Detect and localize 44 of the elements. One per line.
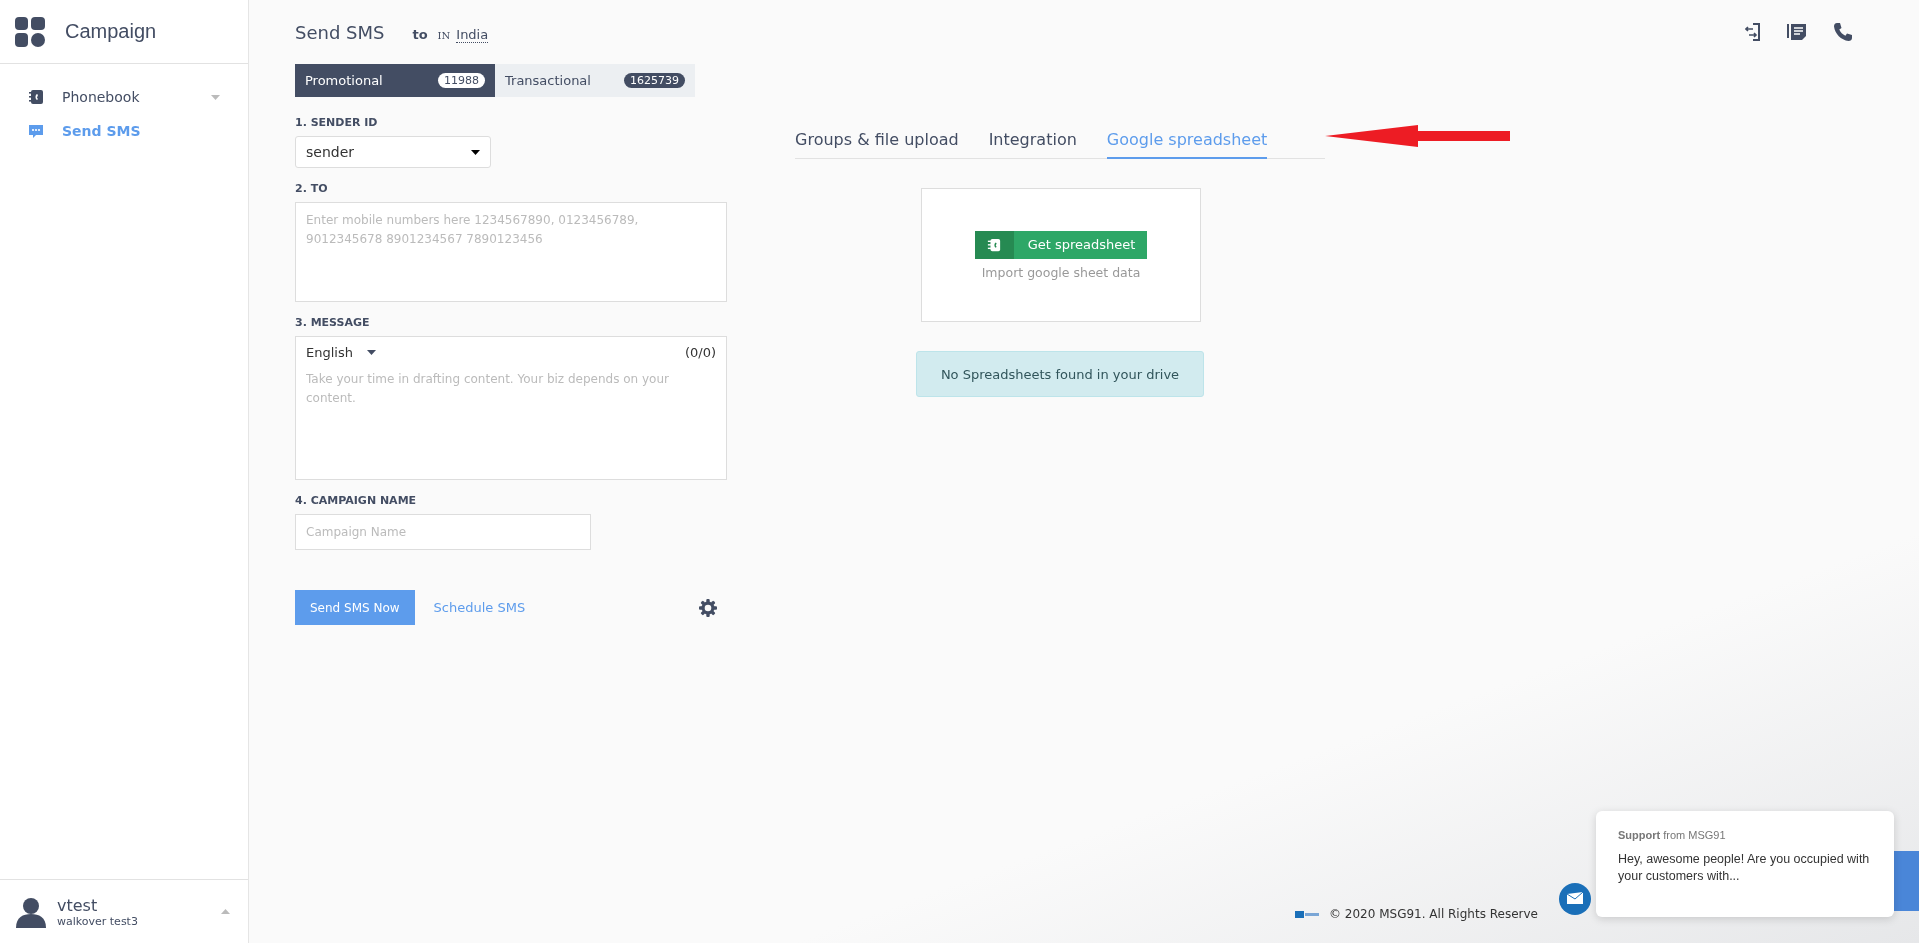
- field-label: 4. CAMPAIGN NAME: [295, 494, 418, 507]
- character-count: (0/0): [684, 345, 716, 360]
- envelope-chat-icon[interactable]: [1559, 883, 1591, 915]
- sidebar-item[interactable]: Phonebook: [0, 89, 248, 105]
- source-tab[interactable]: Integration: [988, 120, 1077, 159]
- caret-icon: [366, 350, 376, 355]
- campaign-name-field[interactable]: Campaign Name: [295, 514, 591, 550]
- grid-logo-icon: [15, 16, 45, 47]
- chat-icon: [28, 123, 44, 139]
- to-label: to: [412, 26, 428, 42]
- country-link[interactable]: India: [456, 26, 489, 43]
- chat-popup[interactable]: Support from MSG91 Hey, awesome people! Are you occupied with your customers with...: [1596, 811, 1894, 917]
- country-code: IN: [437, 29, 451, 41]
- language-select[interactable]: English: [306, 345, 376, 360]
- route-tab[interactable]: Promotional 11988: [295, 64, 495, 97]
- caret-icon: [471, 149, 480, 155]
- phone-icon[interactable]: [1833, 22, 1853, 42]
- settings-icon[interactable]: [699, 598, 717, 617]
- chat-sender: Support from MSG91: [1618, 829, 1727, 841]
- hint-text: Import google sheet data: [981, 264, 1141, 280]
- info-alert: No Spreadsheets found in your drive: [916, 351, 1204, 397]
- notes-icon[interactable]: [1787, 22, 1807, 42]
- phonebook-icon: [28, 89, 44, 105]
- route-tab[interactable]: Transactional 1625739: [495, 64, 695, 97]
- source-tab[interactable]: Groups & file upload: [795, 120, 959, 159]
- field-label: 3. MESSAGE: [295, 316, 371, 329]
- caret-icon: [211, 94, 220, 100]
- mobile-numbers-field[interactable]: Enter mobile numbers here 1234567890, 0123456789, 9012345678 8901234567 7890123456: [295, 202, 727, 302]
- chat-message: Hey, awesome people! Are you occupied with your customers with...: [1618, 851, 1871, 885]
- logout-icon[interactable]: [1745, 22, 1761, 42]
- page-title: Send SMS: [295, 21, 385, 43]
- count-badge: 11988: [438, 73, 485, 88]
- app-title: Campaign: [65, 20, 157, 43]
- phonebook-icon: [987, 237, 1002, 252]
- copyright-text: © 2020 MSG91. All Rights Reserve: [1329, 907, 1538, 921]
- user-company: walkover test3: [57, 914, 139, 928]
- footer-logo-icon: [1295, 910, 1319, 918]
- field-label: 1. SENDER ID: [295, 116, 379, 129]
- field-label: 2. TO: [295, 182, 329, 195]
- user-avatar-icon: [15, 895, 47, 928]
- message-field[interactable]: English (0/0) Take your time in drafting content. Your biz depends on your content.: [295, 336, 727, 480]
- user-name: vtest: [57, 895, 99, 915]
- sender-id-select[interactable]: sender: [295, 136, 491, 168]
- count-badge: 1625739: [624, 73, 685, 88]
